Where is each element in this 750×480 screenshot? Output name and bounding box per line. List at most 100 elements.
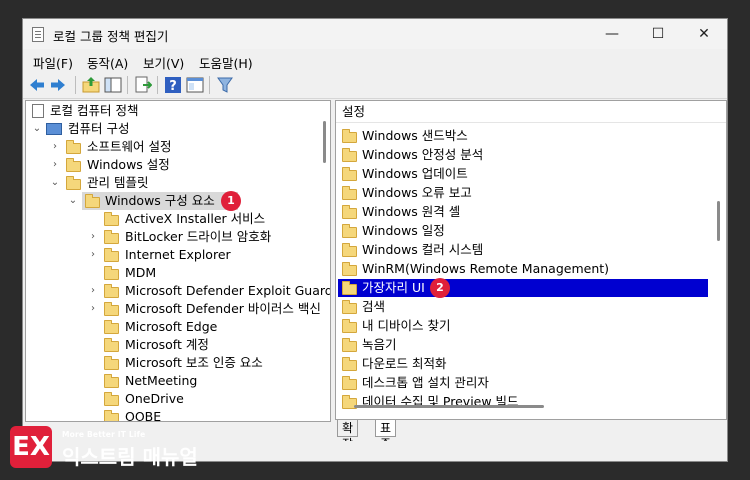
folder-icon — [342, 262, 357, 276]
chevron-down-icon[interactable]: ⌄ — [32, 120, 42, 138]
tree-node[interactable]: BitLocker 드라이브 암호화 — [125, 228, 271, 246]
list-item[interactable]: Windows 안정성 분석 — [362, 146, 483, 164]
menu-help[interactable]: 도움말(H) — [199, 53, 253, 72]
logo-tagline: More Better IT Life — [62, 430, 146, 439]
folder-icon — [104, 302, 119, 316]
back-arrow-icon[interactable] — [28, 76, 46, 94]
list-scrollbar-thumb[interactable] — [717, 201, 720, 241]
tree-node[interactable]: OneDrive — [125, 390, 184, 408]
list-item[interactable]: Windows 원격 셸 — [362, 203, 460, 221]
list-item[interactable]: 내 디바이스 찾기 — [362, 317, 450, 335]
list-item[interactable]: 가장자리 UI — [362, 279, 425, 297]
policy-document-icon — [32, 104, 44, 118]
list-item[interactable]: 검색 — [362, 298, 385, 316]
folder-icon — [104, 266, 119, 280]
maximize-button[interactable]: ☐ — [635, 19, 681, 49]
step-badge-1: 1 — [221, 191, 241, 211]
chevron-right-icon[interactable]: › — [88, 300, 98, 318]
group-policy-editor-window: 로컬 그룹 정책 편집기 — ☐ ✕ 파일(F) 동작(A) 보기(V) 도움말… — [22, 18, 728, 462]
folder-icon — [342, 243, 357, 257]
tree-node-admin-templates[interactable]: 관리 템플릿 — [87, 174, 148, 192]
list-item[interactable]: 녹음기 — [362, 336, 397, 354]
list-item[interactable]: WinRM(Windows Remote Management) — [362, 260, 609, 278]
list-item[interactable]: Windows 컬러 시스템 — [362, 241, 483, 259]
folder-icon — [104, 212, 119, 226]
list-item[interactable]: 다운로드 최적화 — [362, 355, 446, 373]
help-icon[interactable]: ? — [164, 76, 182, 94]
tab-extended[interactable]: 확장 — [337, 420, 359, 451]
toolbar-separator — [127, 76, 128, 94]
step-badge-2: 2 — [430, 278, 450, 298]
tree-node[interactable]: Microsoft Edge — [125, 318, 217, 336]
folder-icon — [342, 300, 357, 314]
tree-node[interactable]: Microsoft Defender 바이러스 백신 — [125, 300, 321, 318]
tree-node[interactable]: Microsoft 보조 인증 요소 — [125, 354, 263, 372]
show-hide-tree-icon[interactable] — [104, 76, 122, 94]
list-item[interactable]: Windows 일정 — [362, 222, 445, 240]
menu-action[interactable]: 동작(A) — [87, 53, 128, 72]
list-item[interactable]: Windows 샌드박스 — [362, 127, 468, 145]
tree-node-computer-config[interactable]: 컴퓨터 구성 — [68, 120, 129, 138]
list-item[interactable]: 데이터 수집 및 Preview 빌드 — [362, 393, 519, 411]
tree-node-local-computer-policy[interactable]: 로컬 컴퓨터 정책 — [50, 102, 138, 120]
folder-icon — [104, 338, 119, 352]
tree-node[interactable]: OOBE — [125, 408, 161, 421]
app-icon — [32, 27, 44, 42]
up-folder-icon[interactable] — [82, 76, 100, 94]
tree-pane[interactable]: 로컬 컴퓨터 정책 ⌄ 컴퓨터 구성 › 소프트웨어 설정 › Windows … — [25, 100, 331, 422]
folder-icon — [104, 320, 119, 334]
tree-node[interactable]: Internet Explorer — [125, 246, 231, 264]
watermark-logo: EX More Better IT Life 익스트림 매뉴얼 — [10, 424, 205, 472]
tab-standard[interactable]: 표준 — [375, 420, 397, 451]
toolbar-separator — [157, 76, 158, 94]
column-header-settings[interactable]: 설정 — [342, 103, 365, 121]
folder-icon — [104, 230, 119, 244]
tree-node-software-settings[interactable]: 소프트웨어 설정 — [87, 138, 171, 156]
folder-icon — [104, 374, 119, 388]
properties-view-icon[interactable] — [186, 76, 204, 94]
folder-icon — [342, 281, 357, 295]
tree-node[interactable]: NetMeeting — [125, 372, 197, 390]
tree-node-windows-components[interactable]: Windows 구성 요소 — [105, 192, 215, 210]
tree-node[interactable]: MDM — [125, 264, 156, 282]
folder-icon — [104, 248, 119, 262]
chevron-down-icon[interactable]: ⌄ — [50, 174, 60, 192]
menu-view[interactable]: 보기(V) — [143, 53, 184, 72]
toolbar-separator — [75, 76, 76, 94]
list-item[interactable]: 데스크톱 앱 설치 관리자 — [362, 374, 489, 392]
tree-node[interactable]: Microsoft Defender Exploit Guard — [125, 282, 330, 300]
folder-icon — [342, 205, 357, 219]
folder-icon — [342, 376, 357, 390]
tree-scrollbar-thumb[interactable] — [323, 121, 326, 163]
chevron-right-icon[interactable]: › — [50, 138, 60, 156]
chevron-right-icon[interactable]: › — [88, 282, 98, 300]
folder-icon — [342, 167, 357, 181]
chevron-right-icon[interactable]: › — [88, 228, 98, 246]
logo-mark: EX — [10, 426, 52, 468]
chevron-down-icon[interactable]: ⌄ — [68, 192, 78, 210]
list-item[interactable]: Windows 오류 보고 — [362, 184, 472, 202]
folder-icon — [104, 392, 119, 406]
computer-icon — [46, 123, 62, 135]
folder-icon — [342, 224, 357, 238]
folder-icon — [342, 148, 357, 162]
folder-icon — [342, 319, 357, 333]
folder-icon — [342, 129, 357, 143]
filter-icon[interactable] — [216, 76, 234, 94]
horizontal-scrollbar-thumb[interactable] — [354, 405, 544, 408]
tree-node[interactable]: Microsoft 계정 — [125, 336, 209, 354]
chevron-right-icon[interactable]: › — [50, 156, 60, 174]
menu-file[interactable]: 파일(F) — [33, 53, 73, 72]
tree-node[interactable]: ActiveX Installer 서비스 — [125, 210, 265, 228]
chevron-right-icon[interactable]: › — [88, 246, 98, 264]
export-list-icon[interactable] — [134, 76, 152, 94]
folder-icon — [66, 158, 81, 172]
forward-arrow-icon[interactable] — [49, 76, 67, 94]
tree-node-windows-settings[interactable]: Windows 설정 — [87, 156, 170, 174]
minimize-button[interactable]: — — [589, 19, 635, 49]
list-item[interactable]: Windows 업데이트 — [362, 165, 468, 183]
toolbar: ? — [23, 72, 727, 99]
folder-icon — [342, 357, 357, 371]
close-button[interactable]: ✕ — [681, 19, 727, 49]
settings-list-pane[interactable]: 설정 Windows 샌드박스 Windows 안정성 분석 Windows 업데이… — [335, 100, 727, 420]
